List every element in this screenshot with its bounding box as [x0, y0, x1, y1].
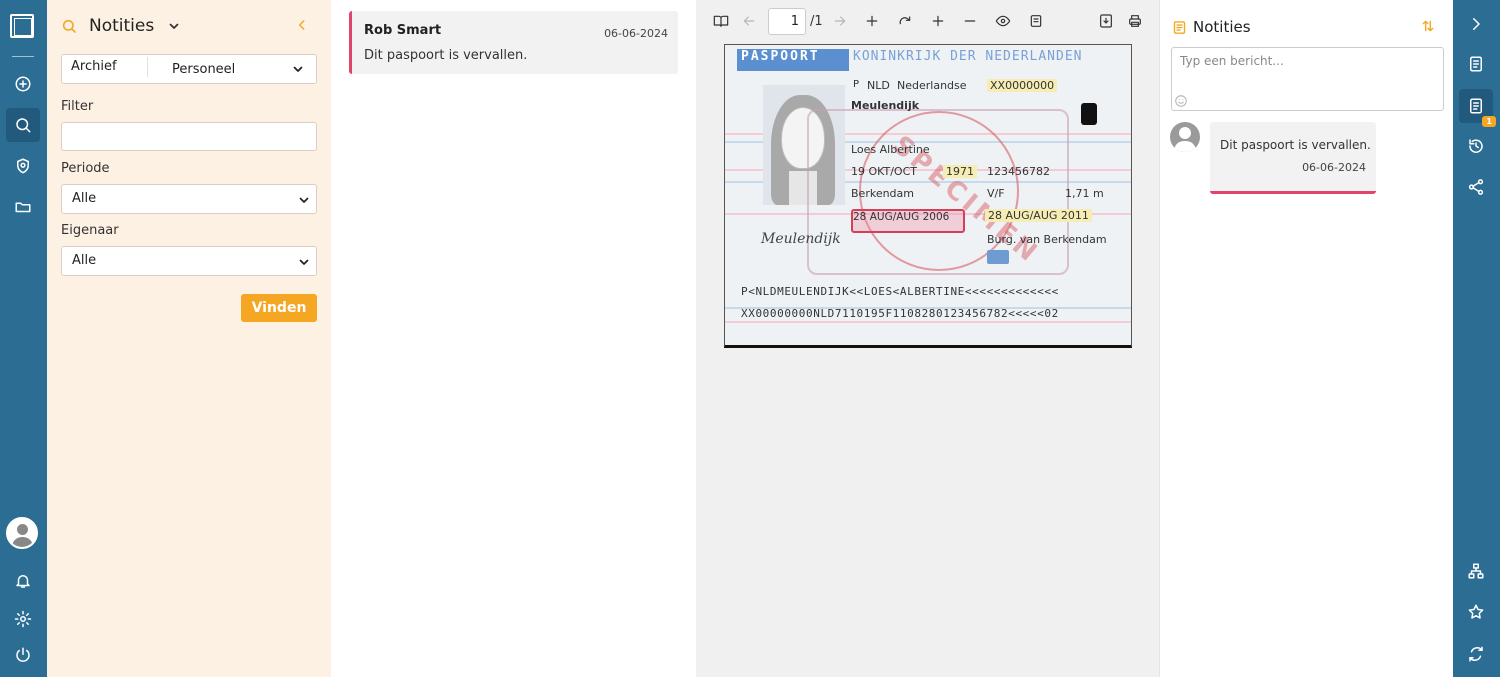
download-icon[interactable]: [1097, 12, 1115, 30]
chevron-down-icon[interactable]: [168, 20, 180, 32]
passport-flag: [987, 250, 1009, 264]
power-icon[interactable]: [6, 638, 40, 672]
user-avatar[interactable]: [6, 517, 38, 549]
archive-segment-select[interactable]: Archief Personeel: [61, 54, 317, 84]
left-rail: [0, 0, 47, 677]
period-value: Alle: [72, 191, 97, 206]
filter-label: Filter: [61, 99, 94, 114]
sort-button[interactable]: [1421, 19, 1435, 37]
document-icon[interactable]: [1459, 47, 1493, 81]
message-textarea[interactable]: Typ een bericht...: [1171, 47, 1444, 111]
segment-personnel[interactable]: Personeel: [148, 62, 316, 77]
filter-panel: Notities Archief Personeel Filter Period…: [47, 0, 331, 677]
notes-panel: Notities Typ een bericht... Dit paspoort…: [1160, 0, 1453, 677]
message-date: 06-06-2024: [1302, 161, 1366, 174]
expiry-date: 28 AUG/AUG 2011: [985, 209, 1092, 222]
passport-document: PASPOORT KONINKRIJK DER NEDERLANDEN SPEC…: [724, 44, 1132, 348]
sex: V/F: [987, 187, 1005, 200]
passport-kingdom: KONINKRIJK DER NEDERLANDEN: [853, 49, 1083, 64]
notes-panel-title: Notities: [1193, 18, 1251, 36]
country-code: NLD: [867, 79, 890, 92]
doc-type: P: [853, 79, 860, 90]
zoom-in-icon[interactable]: [929, 12, 947, 30]
message-bubble[interactable]: Dit paspoort is vervallen. 06-06-2024: [1210, 122, 1376, 194]
signature: Meulendijk: [761, 231, 841, 247]
note-text: Dit paspoort is vervallen.: [364, 48, 528, 63]
chevron-down-icon: [299, 259, 309, 265]
personal-number: 123456782: [987, 165, 1050, 178]
list-item[interactable]: Rob Smart 06-06-2024 Dit paspoort is ver…: [349, 11, 678, 74]
owner-select[interactable]: Alle: [61, 246, 317, 276]
bell-icon[interactable]: [6, 564, 40, 598]
emoji-icon[interactable]: [1174, 94, 1188, 112]
plus-icon[interactable]: [863, 12, 881, 30]
page-number-input[interactable]: 1: [768, 8, 806, 35]
note-icon: [1173, 20, 1186, 34]
avatar: [1170, 122, 1200, 152]
document-viewer: 1 /1 PASPOORT KONINKRIJK DER NEDERLANDEN: [696, 0, 1160, 677]
rotate-icon[interactable]: [896, 12, 914, 30]
issue-date: 28 AUG/AUG 2006: [853, 211, 950, 223]
chevron-down-icon: [293, 66, 303, 72]
history-icon[interactable]: [1459, 129, 1493, 163]
search-icon: [62, 19, 76, 33]
passport-header: PASPOORT: [741, 49, 820, 64]
rail-divider: [12, 56, 34, 57]
search-icon[interactable]: [6, 108, 40, 142]
mrz-line-1: P<NLDMEULENDIJK<<LOES<ALBERTINE<<<<<<<<<…: [741, 285, 1059, 298]
annotation-icon[interactable]: [1027, 12, 1045, 30]
notes-list: Rob Smart 06-06-2024 Dit paspoort is ver…: [331, 0, 696, 677]
star-icon[interactable]: [1459, 595, 1493, 629]
arrow-left-icon[interactable]: [740, 12, 758, 30]
chevron-left-icon: [298, 20, 305, 30]
app-logo-icon[interactable]: [10, 14, 34, 38]
surname: Meulendijk: [851, 99, 920, 112]
birth-date: 19 OKT/OCT: [851, 165, 917, 178]
mrz-line-2: XX00000000NLD7110195F1108280123456782<<<…: [741, 307, 1059, 320]
panel-title: Notities: [89, 16, 155, 36]
period-label: Periode: [61, 161, 110, 176]
page-total: /1: [810, 14, 823, 29]
add-icon[interactable]: [6, 67, 40, 101]
notes-count-badge: 1: [1482, 116, 1496, 127]
find-button[interactable]: Vinden: [241, 294, 317, 322]
right-rail: 1: [1453, 0, 1500, 677]
segment-archive[interactable]: Archief: [62, 57, 148, 77]
sort-icon: [1422, 20, 1434, 32]
chevron-down-icon: [299, 197, 309, 203]
collapse-panel-button[interactable]: [295, 18, 309, 36]
document-number: XX0000000: [987, 79, 1058, 92]
owner-value: Alle: [72, 253, 97, 268]
folder-icon[interactable]: [6, 190, 40, 224]
hierarchy-icon[interactable]: [1459, 554, 1493, 588]
owner-label: Eigenaar: [61, 223, 119, 238]
gear-icon[interactable]: [6, 602, 40, 636]
book-icon[interactable]: [712, 12, 730, 30]
zoom-out-icon[interactable]: [961, 12, 979, 30]
birth-place: Berkendam: [851, 187, 914, 200]
eye-icon[interactable]: [994, 12, 1012, 30]
filter-panel-header[interactable]: Notities: [61, 16, 180, 36]
refresh-icon[interactable]: [1459, 637, 1493, 671]
arrow-right-icon[interactable]: [831, 12, 849, 30]
message-text: Dit paspoort is vervallen.: [1220, 138, 1371, 152]
notes-panel-header: Notities: [1172, 18, 1251, 36]
nationality: Nederlandse: [897, 79, 967, 92]
note-date: 06-06-2024: [604, 27, 668, 40]
authority: Burg. van Berkendam: [987, 233, 1107, 246]
height: 1,71 m: [1065, 187, 1104, 200]
period-select[interactable]: Alle: [61, 184, 317, 214]
given-names: Loes Albertine: [851, 143, 930, 156]
notes-icon[interactable]: 1: [1459, 89, 1496, 127]
birth-year: 1971: [943, 165, 977, 178]
passport-chip: [1081, 103, 1097, 125]
chevron-right-icon[interactable]: [1459, 7, 1493, 41]
filter-input[interactable]: [61, 122, 317, 151]
share-icon[interactable]: [1459, 170, 1493, 204]
print-icon[interactable]: [1126, 12, 1144, 30]
shield-icon[interactable]: [6, 149, 40, 183]
note-author: Rob Smart: [364, 23, 442, 38]
